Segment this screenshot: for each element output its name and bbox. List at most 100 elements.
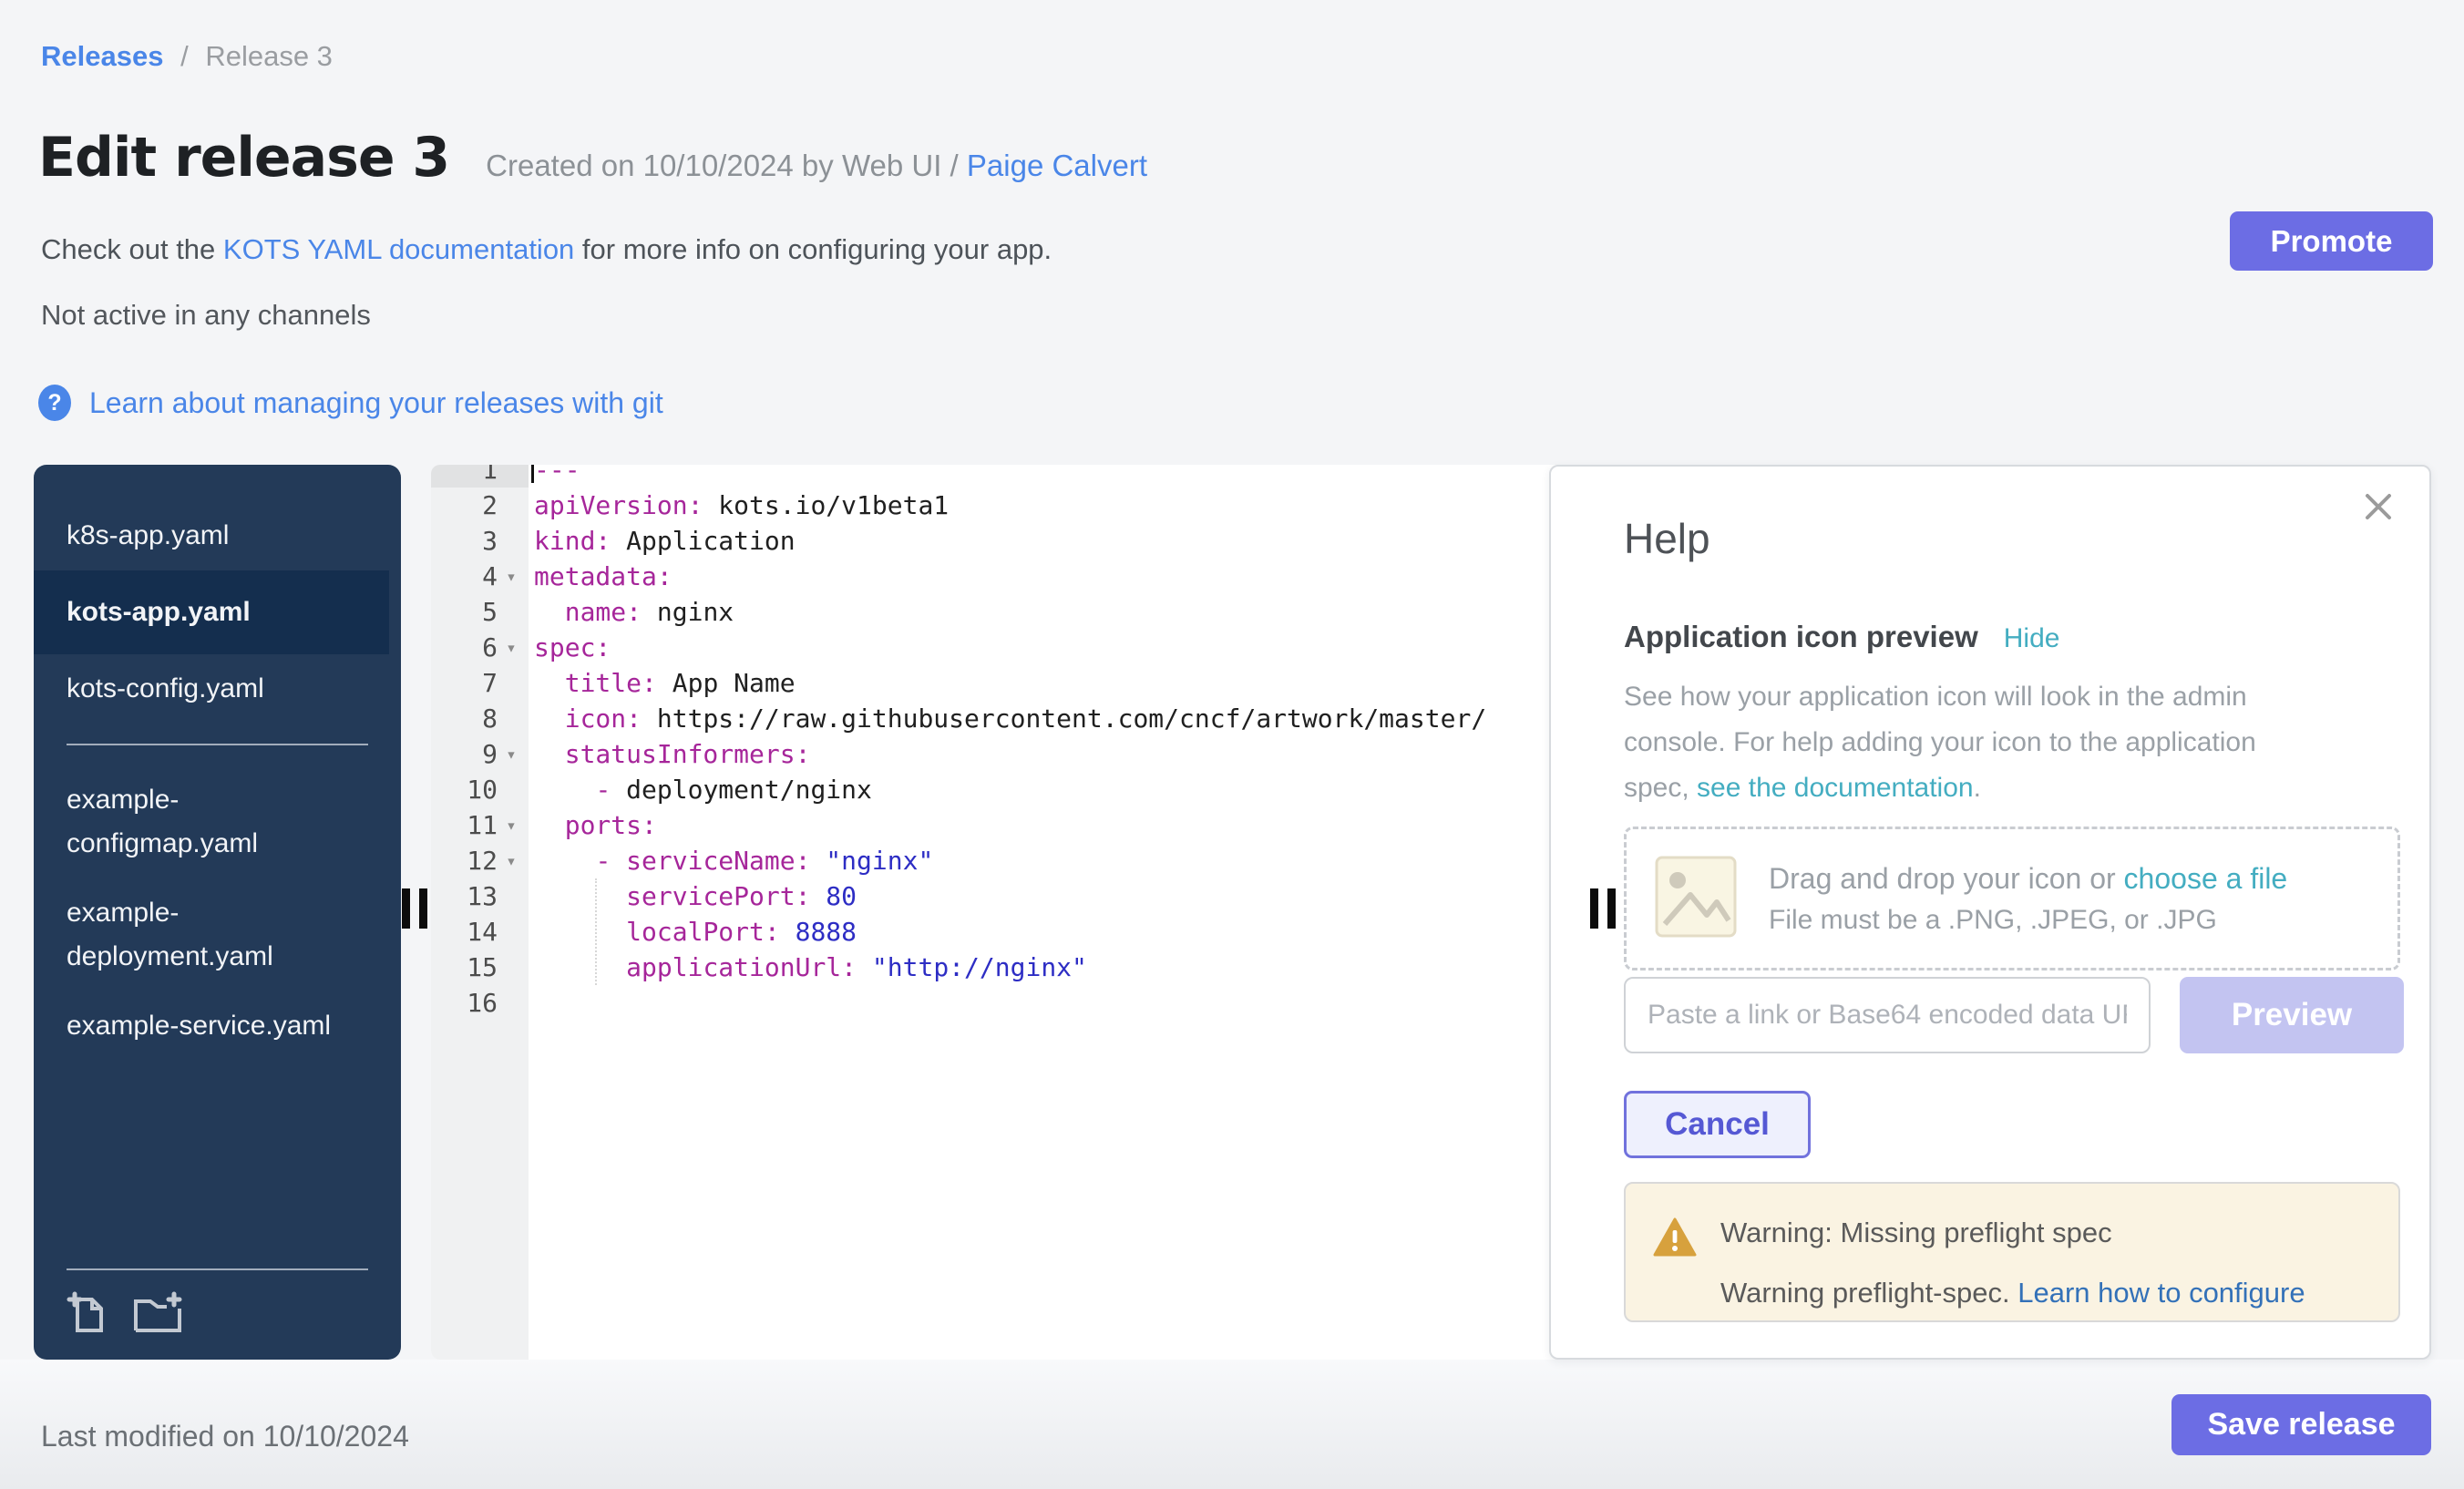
- git-help-link[interactable]: Learn about managing your releases with …: [89, 386, 663, 420]
- file-tree-item[interactable]: example-configmap.yaml: [34, 765, 389, 878]
- editor-content: 1---2apiVersion: kots.io/v1beta13kind: A…: [431, 465, 1579, 1021]
- last-modified-text: Last modified on 10/10/2024: [41, 1420, 409, 1453]
- code-token: [534, 668, 565, 698]
- file-tree-sidebar: k8s-app.yamlkots-app.yamlkots-config.yam…: [34, 465, 401, 1360]
- new-file-icon: [67, 1325, 108, 1339]
- add-folder-button[interactable]: [132, 1290, 185, 1336]
- fold-toggle-icon[interactable]: ▾: [499, 744, 523, 765]
- code-line[interactable]: 16: [431, 985, 1579, 1021]
- code-token: nginx: [642, 597, 734, 627]
- code-line[interactable]: 9▾ statusInformers:: [431, 736, 1579, 772]
- save-release-button[interactable]: Save release: [2171, 1394, 2431, 1455]
- code-line[interactable]: 2apiVersion: kots.io/v1beta1: [431, 488, 1579, 523]
- sidebar-resize-handle[interactable]: [402, 888, 427, 929]
- help-close-button[interactable]: [2360, 488, 2397, 525]
- line-number: 5: [431, 594, 529, 630]
- code-token: 8888: [780, 917, 857, 947]
- code-text: name: nginx: [529, 594, 1579, 630]
- code-line[interactable]: 6▾spec:: [431, 630, 1579, 665]
- code-line[interactable]: 3kind: Application: [431, 523, 1579, 559]
- yaml-editor[interactable]: 1---2apiVersion: kots.io/v1beta13kind: A…: [431, 465, 1579, 1360]
- code-line[interactable]: 1---: [431, 465, 1579, 488]
- code-line[interactable]: 15 applicationUrl: "http://nginx": [431, 950, 1579, 985]
- line-number: 10: [431, 772, 529, 807]
- code-line[interactable]: 10 - deployment/nginx: [431, 772, 1579, 807]
- line-number: 11▾: [431, 807, 529, 843]
- help-panel-resize-handle[interactable]: [1590, 888, 1616, 929]
- dropzone-text: Drag and drop your icon or choose a file: [1769, 862, 2287, 896]
- fold-toggle-icon[interactable]: ▾: [499, 567, 523, 587]
- code-token: applicationUrl:: [626, 952, 857, 982]
- docs-post: for more info on configuring your app.: [574, 233, 1052, 265]
- code-text: localPort: 8888: [529, 914, 1579, 950]
- choose-file-link[interactable]: choose a file: [2124, 862, 2288, 895]
- hide-link[interactable]: Hide: [2004, 623, 2060, 654]
- file-tree-item[interactable]: kots-app.yaml: [34, 570, 389, 654]
- file-tree-footer-divider: [67, 1268, 368, 1270]
- code-text: ---: [529, 465, 1579, 488]
- code-line[interactable]: 14 localPort: 8888: [431, 914, 1579, 950]
- code-text: title: App Name: [529, 665, 1579, 701]
- code-line[interactable]: 11▾ ports:: [431, 807, 1579, 843]
- code-token: statusInformers:: [565, 739, 811, 769]
- breadcrumb-releases-link[interactable]: Releases: [41, 40, 163, 72]
- code-text: icon: https://raw.githubusercontent.com/…: [529, 701, 1579, 736]
- git-help-link-row[interactable]: ? Learn about managing your releases wit…: [36, 385, 663, 421]
- line-number: 7: [431, 665, 529, 701]
- code-line[interactable]: 7 title: App Name: [431, 665, 1579, 701]
- promote-button[interactable]: Promote: [2230, 211, 2433, 271]
- code-token: [534, 846, 595, 876]
- file-tree: k8s-app.yamlkots-app.yamlkots-config.yam…: [34, 465, 401, 1061]
- code-line[interactable]: 4▾metadata:: [431, 559, 1579, 594]
- breadcrumb: Releases / Release 3: [41, 40, 333, 73]
- breadcrumb-current: Release 3: [205, 40, 333, 72]
- code-token: ports:: [565, 810, 657, 840]
- docs-hint: Check out the KOTS YAML documentation fo…: [41, 233, 1052, 266]
- line-number: 3: [431, 523, 529, 559]
- add-file-button[interactable]: [67, 1290, 108, 1336]
- code-line[interactable]: 13 servicePort: 80: [431, 878, 1579, 914]
- code-token: [534, 739, 565, 769]
- learn-how-to-configure-link[interactable]: Learn how to configure: [2017, 1277, 2305, 1309]
- code-token: apiVersion:: [534, 490, 703, 520]
- file-tree-item[interactable]: k8s-app.yaml: [34, 501, 389, 570]
- code-text: statusInformers:: [529, 736, 1579, 772]
- question-circle-icon: ?: [36, 385, 73, 421]
- see-documentation-link[interactable]: see the documentation: [1697, 773, 1974, 803]
- code-token: ---: [534, 465, 580, 485]
- svg-text:?: ?: [47, 390, 61, 416]
- code-line[interactable]: 8 icon: https://raw.githubusercontent.co…: [431, 701, 1579, 736]
- fold-toggle-icon[interactable]: ▾: [499, 816, 523, 836]
- cancel-button[interactable]: Cancel: [1624, 1091, 1811, 1158]
- created-author-link[interactable]: Paige Calvert: [967, 149, 1147, 182]
- preview-button[interactable]: Preview: [2180, 977, 2404, 1053]
- line-number: 1: [431, 465, 529, 488]
- created-info: Created on 10/10/2024 by Web UI / Paige …: [486, 149, 1147, 183]
- icon-url-input[interactable]: [1624, 977, 2151, 1053]
- code-token: [534, 703, 565, 734]
- breadcrumb-separator: /: [180, 40, 189, 72]
- code-token: - serviceName:: [595, 846, 810, 876]
- code-text: servicePort: 80: [529, 878, 1579, 914]
- footer-bar: Last modified on 10/10/2024 Save release: [0, 1360, 2464, 1489]
- code-token: [534, 952, 626, 982]
- line-number: 12▾: [431, 843, 529, 878]
- icon-dropzone[interactable]: Drag and drop your icon or choose a file…: [1624, 827, 2400, 970]
- channel-status: Not active in any channels: [41, 299, 371, 332]
- code-token: 80: [810, 881, 857, 911]
- fold-toggle-icon[interactable]: ▾: [499, 851, 523, 871]
- file-tree-item[interactable]: example-service.yaml: [34, 991, 389, 1061]
- line-number: 16: [431, 985, 529, 1021]
- code-token: servicePort:: [626, 881, 810, 911]
- preflight-warning-box: Warning: Missing preflight spec Warning …: [1624, 1182, 2400, 1322]
- code-token: kots.io/v1beta1: [703, 490, 949, 520]
- file-tree-item[interactable]: kots-config.yaml: [34, 654, 389, 724]
- close-icon: [2360, 514, 2397, 528]
- release-workspace: k8s-app.yamlkots-app.yamlkots-config.yam…: [0, 465, 2464, 1360]
- fold-toggle-icon[interactable]: ▾: [499, 638, 523, 658]
- code-line[interactable]: 5 name: nginx: [431, 594, 1579, 630]
- kots-yaml-docs-link[interactable]: KOTS YAML documentation: [223, 233, 574, 265]
- code-line[interactable]: 12▾ - serviceName: "nginx": [431, 843, 1579, 878]
- file-tree-item[interactable]: example-deployment.yaml: [34, 878, 389, 991]
- help-panel: Help Application icon preview Hide See h…: [1549, 465, 2431, 1360]
